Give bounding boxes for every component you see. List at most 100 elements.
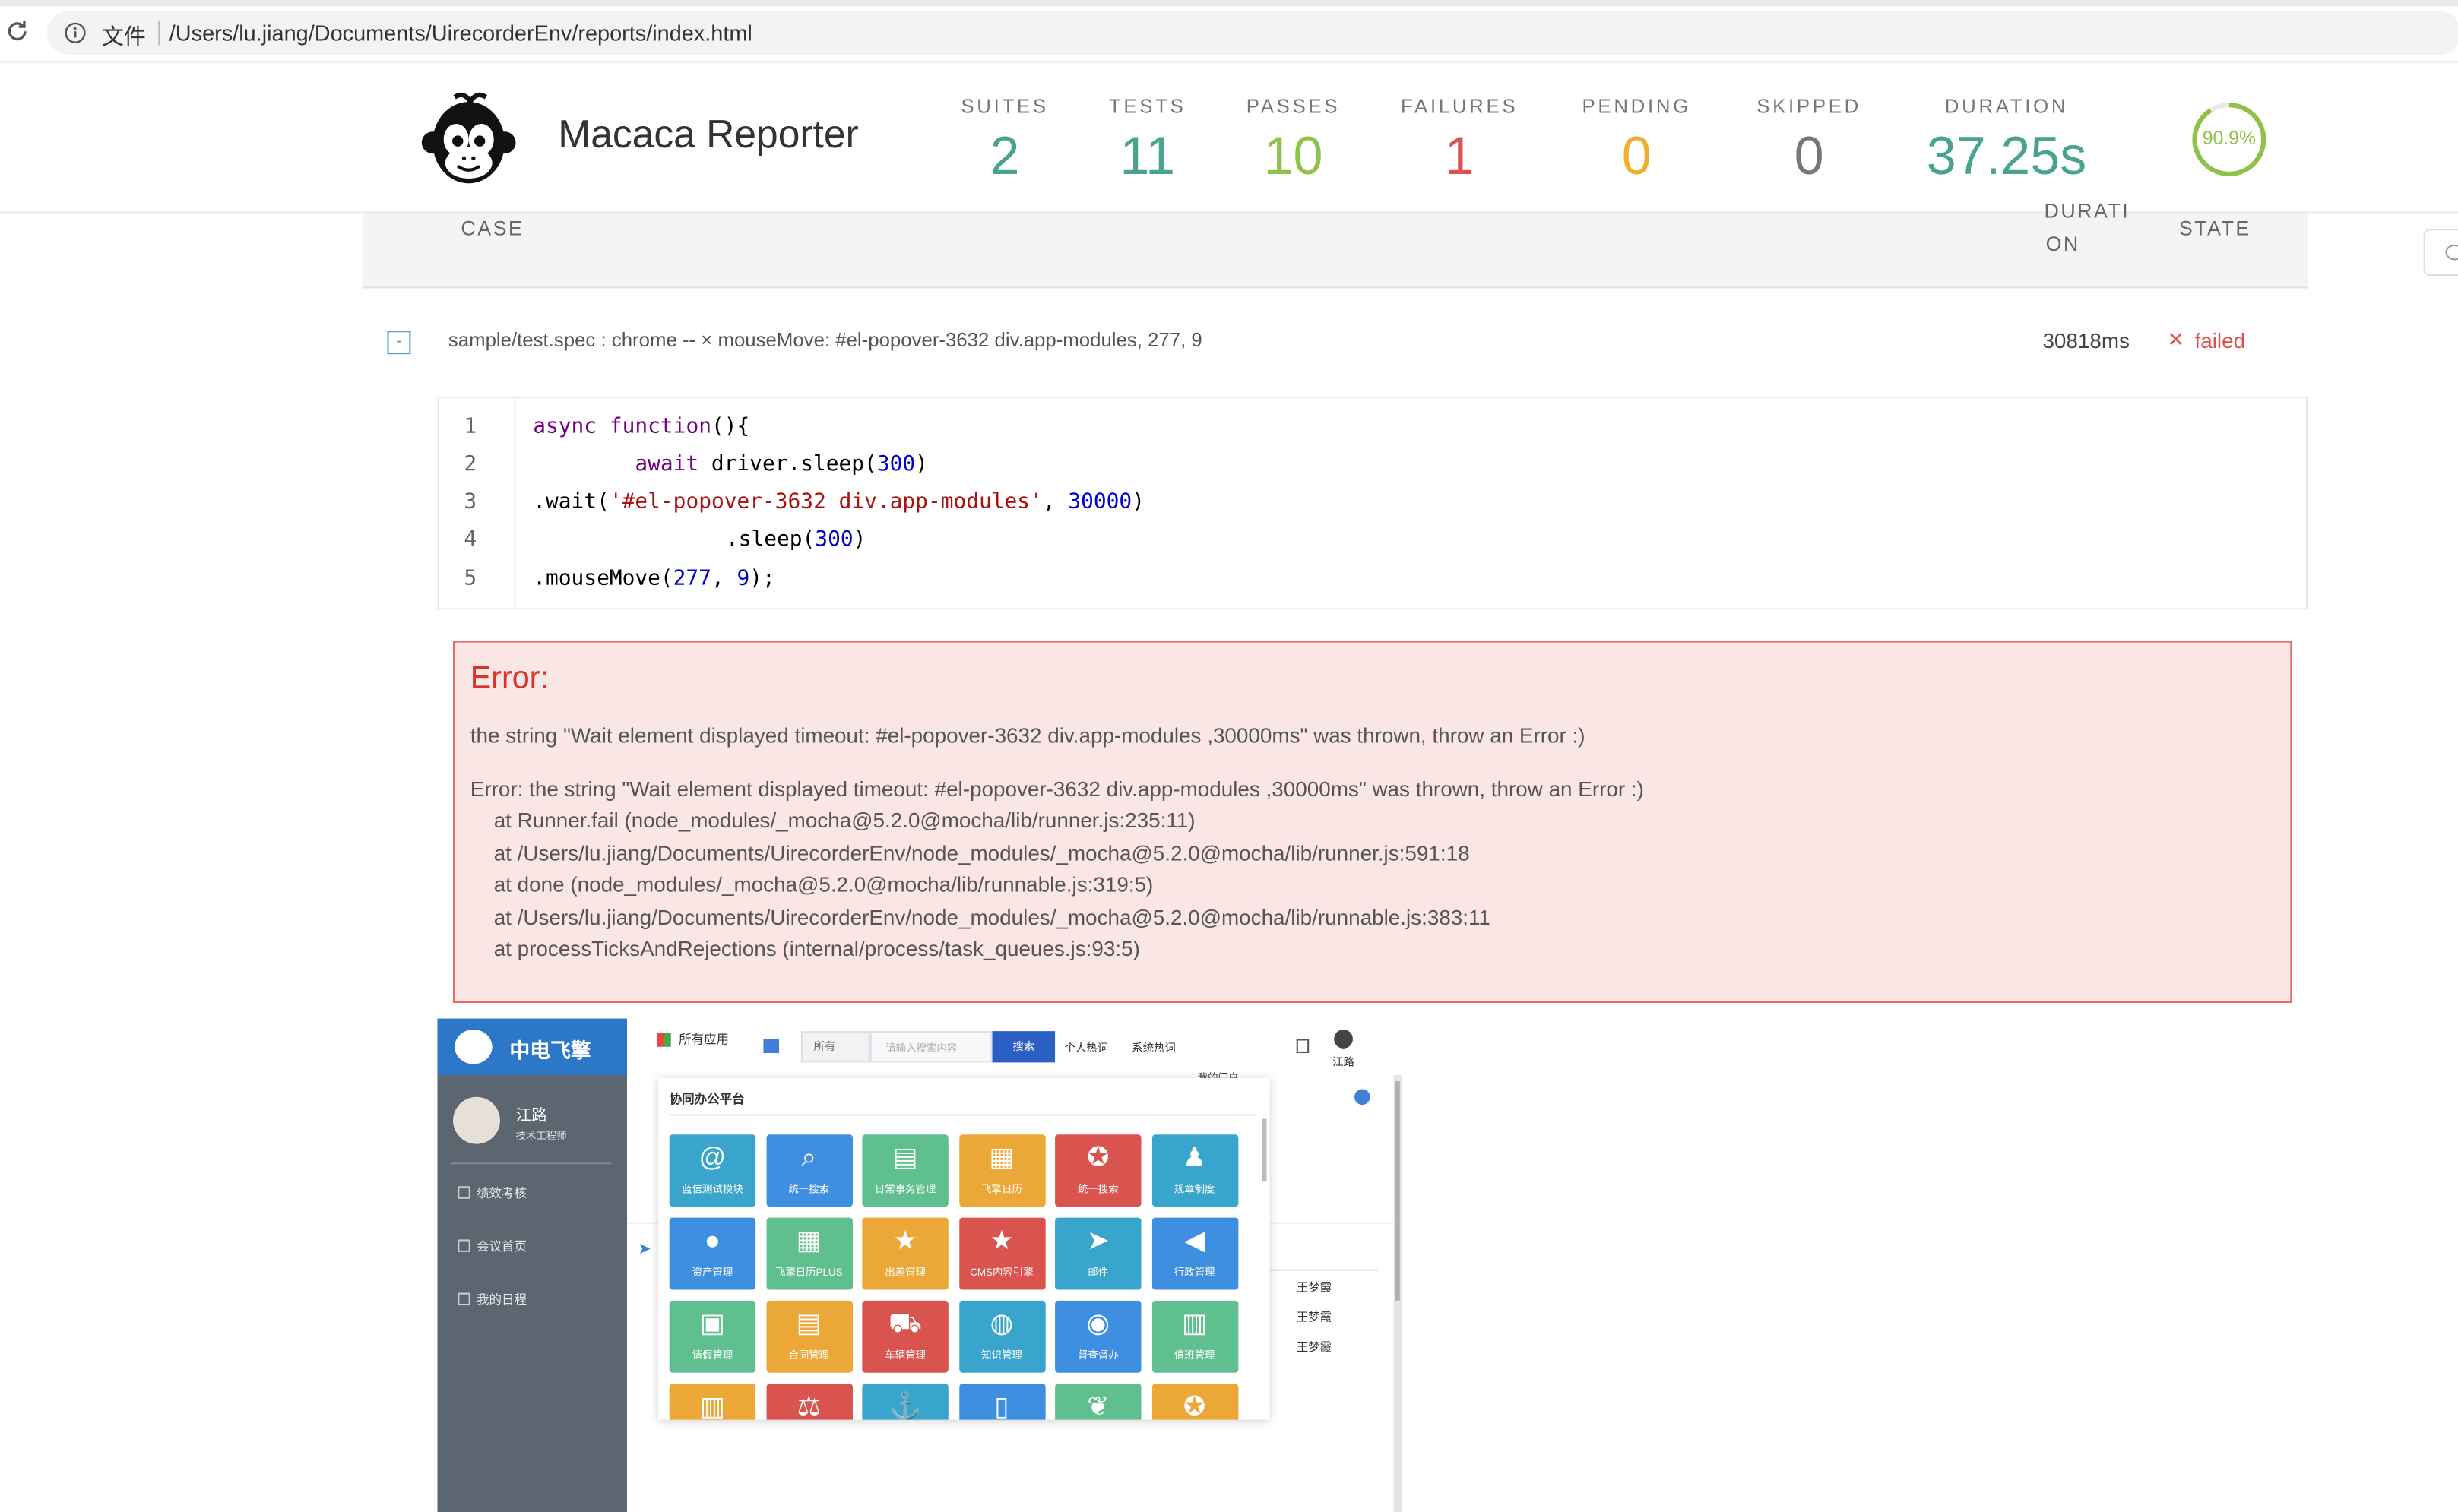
line-number: 3 bbox=[464, 489, 477, 514]
report-title: Macaca Reporter bbox=[558, 112, 859, 157]
table-header: CASE DURATI ON STATE bbox=[362, 199, 2308, 289]
code-text: (){ bbox=[711, 413, 750, 439]
app-tile[interactable]: ◉ 督查督办 bbox=[1055, 1300, 1142, 1373]
app-tile[interactable]: ◍ 知识管理 bbox=[958, 1300, 1045, 1373]
app-tile[interactable]: ⚖ bbox=[765, 1384, 852, 1420]
app-tile[interactable]: @ 蓝信测试模块 bbox=[669, 1134, 756, 1207]
app-tile-label: 统一搜索 bbox=[788, 1185, 830, 1196]
app-tile[interactable]: ● 资产管理 bbox=[669, 1217, 756, 1290]
app-sidebar: 中电飞擎 江路 技术工程师 绩效考核 会议首页 我的日程 bbox=[437, 1018, 627, 1512]
hot-words-system[interactable]: 系统热词 bbox=[1132, 1041, 1176, 1057]
app-tile-icon: ➤ bbox=[1087, 1225, 1110, 1256]
app-tile[interactable]: ✪ 统一搜索 bbox=[1055, 1134, 1142, 1207]
pass-rate-text: 90.9% bbox=[2202, 127, 2256, 149]
app-tile[interactable]: ▤ 日常事务管理 bbox=[862, 1134, 949, 1207]
exit-icon[interactable] bbox=[1296, 1039, 1310, 1053]
app-tile[interactable]: ▤ 合同管理 bbox=[765, 1300, 852, 1373]
app-tile-icon: ▦ bbox=[796, 1225, 822, 1256]
sidebar-item-kpi[interactable]: 绩效考核 bbox=[458, 1185, 527, 1202]
code-number: 30000 bbox=[1068, 489, 1132, 514]
app-tile[interactable]: ⛟ 车辆管理 bbox=[862, 1300, 949, 1373]
home-icon[interactable] bbox=[763, 1039, 780, 1053]
app-tile[interactable]: ▦ 飞擎日历 bbox=[958, 1134, 1045, 1207]
code-text: ) bbox=[915, 451, 928, 476]
app-tile-icon: ❦ bbox=[1087, 1391, 1110, 1420]
stat-label-skipped: SKIPPED bbox=[1756, 95, 1861, 118]
app-tile-label: 合同管理 bbox=[788, 1350, 830, 1362]
test-row[interactable]: - sample/test.spec : chrome -- × mouseMo… bbox=[362, 307, 2308, 376]
error-stack-line: at processTicksAndRejections (internal/p… bbox=[470, 937, 1140, 961]
list-name: 王梦霞 bbox=[1296, 1340, 1332, 1354]
app-tile[interactable]: ▥ bbox=[669, 1384, 756, 1420]
failed-x-icon: × bbox=[2168, 324, 2184, 355]
app-tile-icon: ▣ bbox=[699, 1308, 725, 1339]
expand-arrow-icon[interactable]: ➤ bbox=[638, 1242, 651, 1259]
app-tile-label: 蓝信测试模块 bbox=[682, 1185, 743, 1196]
app-logo-bar: 中电飞擎 bbox=[437, 1018, 627, 1075]
more-icon[interactable] bbox=[1354, 1089, 1370, 1106]
app-tile-icon: ▥ bbox=[1182, 1308, 1208, 1339]
app-tile[interactable]: ♟ 规章制度 bbox=[1151, 1134, 1238, 1207]
error-stack-line: at Runner.fail (node_modules/_mocha@5.2.… bbox=[470, 808, 1196, 833]
app-brand-icon bbox=[455, 1030, 493, 1064]
stat-label-passes: PASSES bbox=[1246, 95, 1341, 118]
failure-screenshot: 中电飞擎 江路 技术工程师 绩效考核 会议首页 我的日程 所有应用 所有 请输入… bbox=[437, 1018, 1403, 1512]
app-tile-icon: ▤ bbox=[796, 1308, 822, 1339]
stat-value-pending: 0 bbox=[1621, 127, 1652, 187]
panel-title: 协同办公平台 bbox=[669, 1092, 745, 1107]
url-text[interactable]: /Users/lu.jiang/Documents/UirecorderEnv/… bbox=[169, 21, 752, 46]
sidebar-divider bbox=[451, 1162, 612, 1165]
panel-scroll-thumb[interactable] bbox=[1262, 1118, 1267, 1182]
app-tile-label: 统一搜索 bbox=[1077, 1185, 1119, 1196]
app-tile-label: 行政管理 bbox=[1174, 1267, 1215, 1279]
app-tile[interactable]: ◀ 行政管理 bbox=[1151, 1217, 1238, 1290]
app-tile[interactable]: ▥ 值班管理 bbox=[1151, 1300, 1238, 1373]
hot-words-personal[interactable]: 个人热词 bbox=[1064, 1041, 1108, 1057]
app-tile[interactable]: ➤ 邮件 bbox=[1055, 1217, 1142, 1290]
code-string: '#el-popover-3632 div.app-modules' bbox=[609, 489, 1043, 514]
app-tile[interactable]: ⚓ bbox=[862, 1384, 949, 1420]
app-tile[interactable]: ★ CMS内容引擎 bbox=[958, 1217, 1045, 1290]
code-text: driver.sleep( bbox=[698, 451, 877, 476]
stat-value-tests: 11 bbox=[1120, 127, 1176, 187]
app-tile[interactable]: ▣ 请假管理 bbox=[669, 1300, 756, 1373]
code-line-3: .wait('#el-popover-3632 div.app-modules'… bbox=[533, 489, 1145, 514]
search-placeholder: 请输入搜索内容 bbox=[885, 1043, 958, 1055]
error-heading: Error: bbox=[470, 661, 549, 696]
line-number: 2 bbox=[464, 451, 477, 476]
app-tile-icon: ▯ bbox=[994, 1391, 1009, 1420]
all-apps-label[interactable]: 所有应用 bbox=[679, 1031, 729, 1049]
collapse-toggle[interactable]: - bbox=[387, 331, 411, 355]
app-tile[interactable]: ❦ bbox=[1055, 1384, 1142, 1420]
app-tile-label: 知识管理 bbox=[981, 1350, 1022, 1362]
app-tile[interactable]: ⌕ 统一搜索 bbox=[765, 1134, 852, 1207]
code-text: ); bbox=[749, 565, 775, 591]
stat-value-failures: 1 bbox=[1444, 127, 1474, 187]
content-scroll-thumb[interactable] bbox=[1395, 1081, 1400, 1301]
code-number: 9 bbox=[736, 565, 750, 591]
address-bar[interactable]: 文件 /Users/lu.jiang/Documents/UirecorderE… bbox=[46, 11, 2458, 55]
sidebar-item-meeting[interactable]: 会议首页 bbox=[458, 1238, 527, 1255]
search-scope-select[interactable] bbox=[800, 1031, 870, 1063]
code-text: , bbox=[711, 565, 737, 591]
app-tile-icon: ◉ bbox=[1086, 1308, 1110, 1339]
code-number: 277 bbox=[673, 565, 711, 591]
side-eye-button[interactable] bbox=[2423, 229, 2458, 276]
macaca-monkey-logo-icon bbox=[420, 91, 518, 188]
app-tile-icon: @ bbox=[698, 1142, 727, 1172]
list-name: 王梦霞 bbox=[1296, 1280, 1332, 1295]
app-tile-icon: ◀ bbox=[1184, 1225, 1205, 1256]
code-text: .wait( bbox=[533, 489, 610, 514]
reload-icon[interactable] bbox=[5, 19, 30, 44]
app-tile-label: 出差管理 bbox=[885, 1267, 926, 1279]
column-case: CASE bbox=[461, 216, 524, 240]
error-panel: Error: the string "Wait element displaye… bbox=[453, 641, 2292, 1003]
sidebar-item-schedule[interactable]: 我的日程 bbox=[458, 1292, 527, 1309]
app-tile[interactable]: ★ 出差管理 bbox=[862, 1217, 949, 1290]
app-tile[interactable]: ▯ bbox=[958, 1384, 1045, 1420]
app-tile[interactable]: ▦ 飞擎日历PLUS bbox=[765, 1217, 852, 1290]
app-tile-label: 规章制度 bbox=[1174, 1185, 1215, 1196]
app-tile[interactable]: ✪ bbox=[1151, 1384, 1238, 1420]
stat-label-pending: PENDING bbox=[1582, 95, 1691, 118]
info-icon[interactable] bbox=[65, 22, 87, 44]
